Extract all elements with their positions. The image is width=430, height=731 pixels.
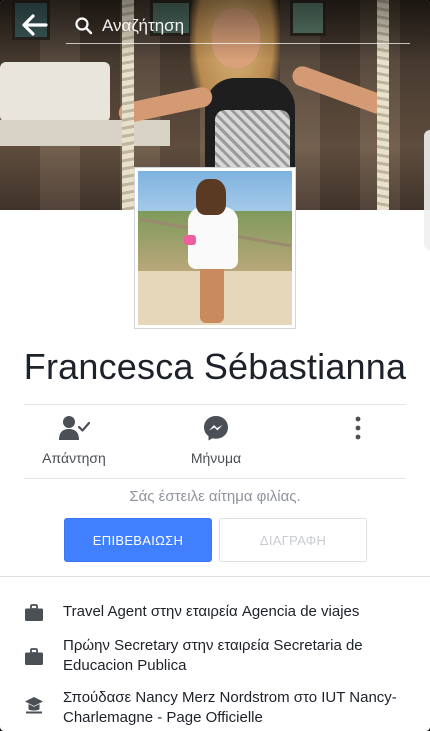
briefcase-icon — [25, 604, 43, 621]
top-bar — [0, 0, 430, 50]
messenger-icon — [204, 416, 228, 441]
search-bar[interactable] — [66, 8, 410, 44]
delete-button[interactable]: ΔΙΑΓΡΑΦΗ — [219, 518, 367, 562]
info-text: Σπούδασε Nancy Merz Nordstrom στο IUT Na… — [63, 689, 397, 726]
confirm-button[interactable]: ΕΠΙΒΕΒΑΙΩΣΗ — [64, 518, 212, 562]
side-panel-handle[interactable] — [424, 130, 430, 250]
graduation-cap-icon — [25, 697, 43, 714]
respond-button[interactable]: Απάντηση — [32, 414, 116, 474]
info-text: Travel Agent στην εταιρεία Agencia de vi… — [63, 603, 360, 620]
divider — [24, 478, 406, 479]
more-options-button[interactable] — [340, 414, 376, 474]
friend-request-text: Σάς έστειλε αίτημα φιλίας. — [129, 488, 301, 505]
person-check-icon — [59, 416, 90, 440]
respond-label: Απάντηση — [42, 450, 106, 466]
section-divider — [0, 576, 430, 577]
message-label: Μήνυμα — [190, 450, 242, 466]
profile-picture[interactable] — [134, 167, 296, 329]
search-input[interactable] — [102, 12, 402, 40]
profile-name: Francesca Sébastianna — [23, 346, 407, 387]
back-button[interactable] — [18, 10, 50, 40]
info-text: Πρώην Secretary στην εταιρεία Secretaria… — [63, 637, 363, 674]
arrow-left-icon — [22, 14, 48, 36]
profile-screen: Francesca Sébastianna Απάντηση Μήνυμα Σά… — [0, 0, 430, 731]
search-icon — [75, 17, 93, 35]
divider — [24, 404, 406, 405]
more-vertical-icon — [355, 416, 361, 440]
briefcase-icon — [25, 648, 43, 665]
message-button[interactable]: Μήνυμα — [174, 414, 258, 474]
